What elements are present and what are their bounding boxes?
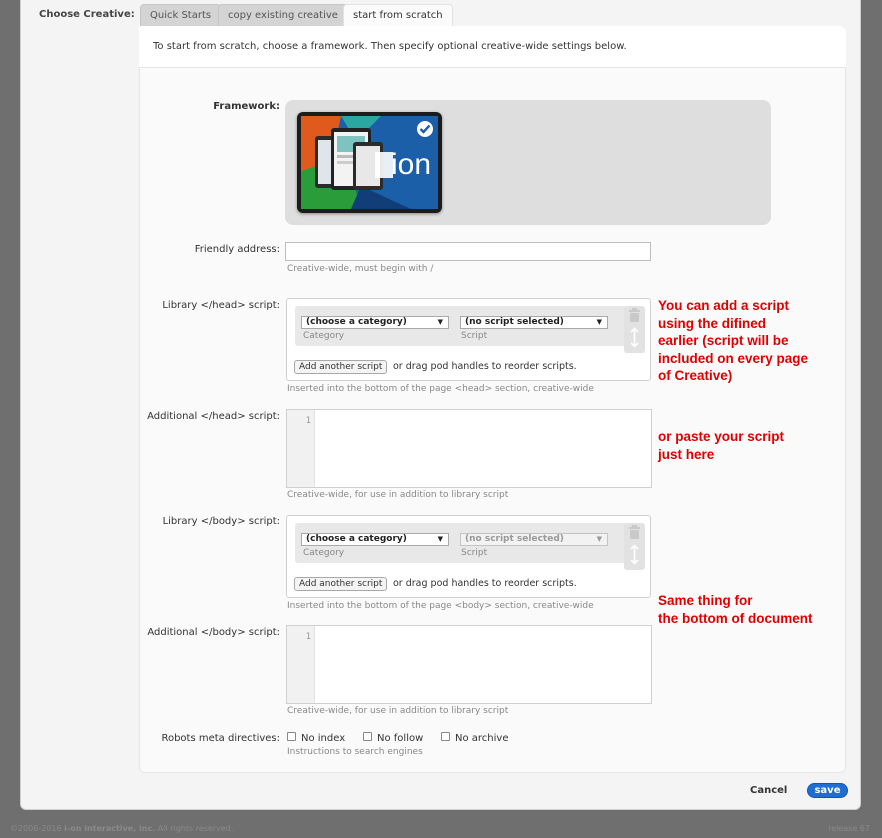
friendly-address-label: Friendly address: — [194, 244, 280, 255]
no-follow-label: No follow — [377, 733, 424, 744]
framework-label: Framework: — [213, 101, 280, 112]
additional-head-hint: Creative-wide, for use in addition to li… — [287, 490, 509, 500]
additional-head-code-editor[interactable]: 1 — [286, 409, 652, 488]
library-head-label: Library </head> script: — [162, 300, 280, 311]
no-archive-checkbox[interactable] — [441, 732, 450, 741]
line-number: 1 — [305, 416, 311, 426]
library-body-pod: (choose a category) ▼ Category (no script… — [295, 523, 630, 563]
framework-option-ion[interactable]: ion — [297, 112, 442, 213]
choose-creative-label: Choose Creative: — [39, 9, 135, 20]
cancel-link[interactable]: Cancel — [750, 785, 787, 796]
no-follow-checkbox[interactable] — [363, 732, 372, 741]
library-body-category-sublabel: Category — [303, 548, 345, 558]
code-gutter: 1 — [287, 626, 315, 703]
save-button[interactable]: save — [807, 783, 848, 798]
additional-body-label: Additional </body> script: — [147, 627, 280, 638]
library-head-reorder-text: or drag pod handles to reorder scripts. — [393, 361, 577, 372]
tab-quick-starts[interactable]: Quick Starts — [140, 4, 222, 26]
framework-thumbnail-image: ion — [301, 116, 438, 209]
footer-release: release 67 — [828, 824, 870, 833]
intro-banner: To start from scratch, choose a framewor… — [139, 26, 846, 68]
library-head-category-select[interactable]: (choose a category) ▼ — [301, 316, 449, 329]
annotation-bottom-document: Same thing for the bottom of document — [658, 593, 813, 626]
additional-body-code-editor[interactable]: 1 — [286, 625, 652, 704]
tab-copy-existing-creative[interactable]: copy existing creative — [218, 4, 348, 26]
library-head-hint: Inserted into the bottom of the page <he… — [287, 384, 594, 394]
footer-copyright: ©2006-2016 i-on interactive, inc. All ri… — [10, 824, 234, 833]
library-body-script-sublabel: Script — [461, 548, 488, 558]
library-body-box: (choose a category) ▼ Category (no script… — [286, 515, 651, 598]
library-body-pod-handles — [624, 523, 645, 570]
library-head-pod: (choose a category) ▼ Category (no script… — [295, 306, 630, 346]
library-head-pod-handles — [624, 306, 645, 353]
library-body-add-script-button[interactable]: Add another script — [294, 577, 388, 591]
no-archive-label: No archive — [455, 733, 509, 744]
trash-icon — [629, 525, 640, 539]
no-index-checkbox[interactable] — [287, 732, 296, 741]
line-number: 1 — [305, 632, 311, 642]
intro-text: To start from scratch, choose a framewor… — [153, 41, 627, 52]
dropdown-arrow-icon: ▼ — [596, 318, 602, 326]
library-body-category-select[interactable]: (choose a category) ▼ — [301, 533, 449, 546]
library-body-label: Library </body> script: — [162, 516, 280, 527]
code-gutter: 1 — [287, 410, 315, 487]
library-head-box: (choose a category) ▼ Category (no script… — [286, 298, 651, 381]
friendly-address-hint: Creative-wide, must begin with / — [287, 264, 434, 274]
tab-start-from-scratch[interactable]: start from scratch — [343, 4, 453, 26]
framework-logo-text: ion — [391, 148, 431, 181]
dropdown-arrow-icon: ▼ — [596, 535, 602, 543]
library-body-script-select: (no script selected) ▼ — [460, 533, 608, 546]
library-head-script-select[interactable]: (no script selected) ▼ — [460, 316, 608, 329]
dropdown-arrow-icon: ▼ — [437, 318, 443, 326]
annotation-library-script: You can add a script using the difined e… — [658, 298, 809, 383]
library-head-script-sublabel: Script — [461, 331, 488, 341]
annotation-paste-script: or paste your script just here — [658, 429, 785, 462]
additional-body-hint: Creative-wide, for use in addition to li… — [287, 706, 509, 716]
robots-hint: Instructions to search engines — [287, 747, 423, 757]
drag-handle-icon — [630, 327, 639, 348]
trash-icon — [629, 308, 640, 322]
drag-handle-icon — [630, 544, 639, 565]
library-body-hint: Inserted into the bottom of the page <bo… — [287, 601, 594, 611]
additional-head-label: Additional </head> script: — [147, 411, 280, 422]
no-index-label: No index — [301, 733, 346, 744]
dropdown-arrow-icon: ▼ — [437, 535, 443, 543]
friendly-address-input[interactable] — [285, 242, 651, 261]
robots-label: Robots meta directives: — [161, 733, 280, 744]
library-head-category-sublabel: Category — [303, 331, 345, 341]
library-head-add-script-button[interactable]: Add another script — [294, 360, 388, 374]
library-body-reorder-text: or drag pod handles to reorder scripts. — [393, 578, 577, 589]
